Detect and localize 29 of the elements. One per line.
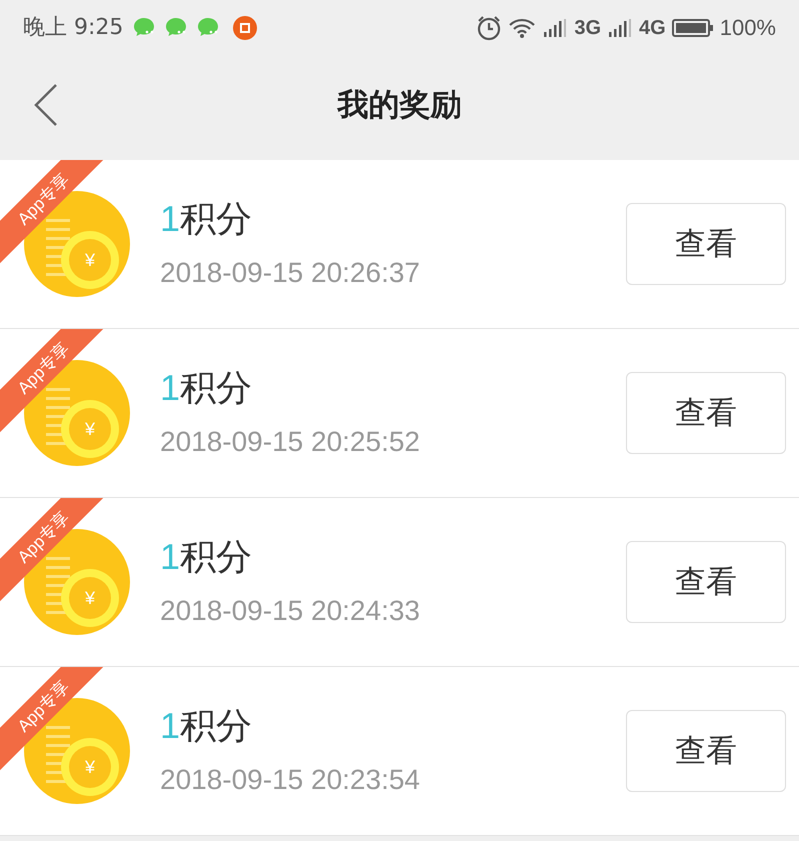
back-icon — [32, 83, 60, 127]
battery-percent: 100% — [720, 14, 776, 42]
signal-icon — [542, 18, 568, 38]
page-title: 我的奖励 — [338, 86, 462, 124]
yen-sign: ¥ — [84, 420, 95, 438]
app-notification-icon — [233, 16, 258, 40]
reward-amount: 1积分 — [160, 370, 254, 406]
reward-time: 2018-09-15 20:24:33 — [160, 597, 421, 625]
yen-sign: ¥ — [84, 589, 95, 607]
view-button[interactable]: 查看 — [626, 203, 786, 285]
view-button[interactable]: 查看 — [626, 541, 786, 623]
reward-amount: 1积分 — [160, 539, 254, 575]
reward-amount: 1积分 — [160, 201, 254, 237]
status-time: 晚上 9:25 — [23, 14, 124, 42]
network-type: 4G — [639, 16, 666, 40]
view-button[interactable]: 查看 — [626, 372, 786, 454]
yen-sign: ¥ — [84, 251, 95, 269]
back-button[interactable] — [32, 83, 60, 127]
network-type: 3G — [574, 16, 602, 40]
wifi-icon — [508, 16, 536, 38]
alarm-clock-icon — [476, 14, 502, 40]
reward-time: 2018-09-15 20:25:52 — [160, 428, 421, 456]
signal-icon — [607, 18, 634, 38]
reward-time: 2018-09-15 20:23:54 — [160, 766, 421, 794]
reward-amount: 1积分 — [160, 708, 254, 744]
battery-icon — [672, 18, 714, 38]
reward-time: 2018-09-15 20:26:37 — [160, 259, 421, 287]
yen-sign: ¥ — [84, 758, 95, 776]
view-button[interactable]: 查看 — [626, 710, 786, 792]
